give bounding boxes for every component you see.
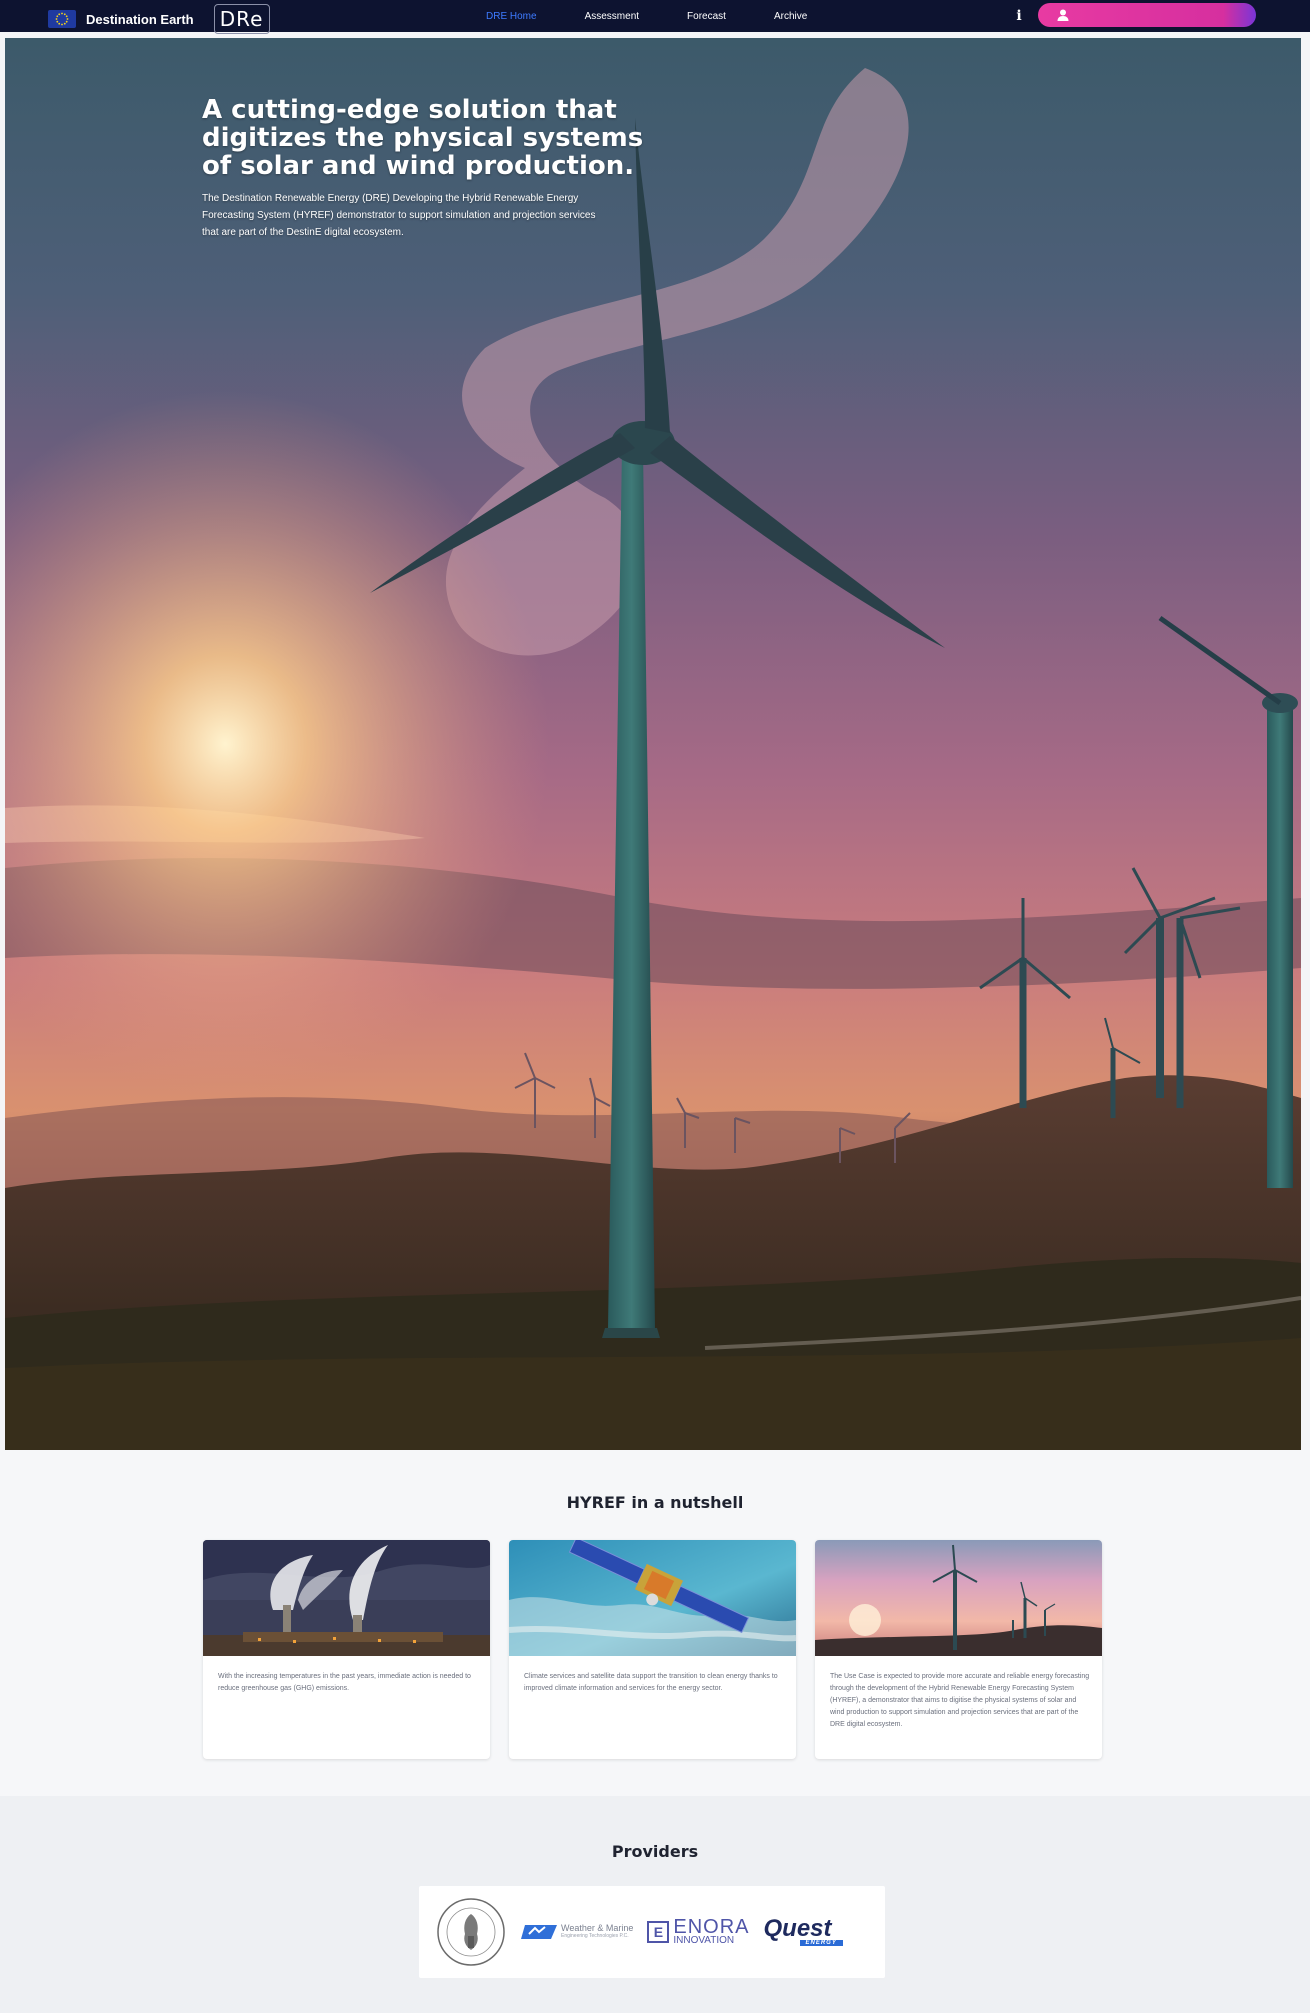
hero-text: A cutting-edge solution that digitizes t…	[202, 96, 662, 241]
nav-dre-home[interactable]: DRE Home	[486, 11, 537, 22]
nav-archive[interactable]: Archive	[774, 11, 807, 22]
main-nav: DRE Home Assessment Forecast Archive	[486, 0, 855, 32]
hero-title: A cutting-edge solution that digitizes t…	[202, 95, 644, 181]
providers-logos: Weather & Marine Engineering Technologie…	[419, 1886, 885, 1978]
card-text: The Use Case is expected to provide more…	[830, 1673, 1090, 1728]
info-icon[interactable]: i	[1013, 6, 1025, 26]
weather-marine-icon	[521, 1925, 557, 1939]
user-icon	[1057, 9, 1069, 21]
brand[interactable]: Destination Earth DRe	[48, 4, 270, 34]
wind-turbines-sunset-image	[815, 1540, 1102, 1656]
eu-flag-icon	[48, 10, 76, 28]
weather-marine-logo[interactable]: Weather & Marine Engineering Technologie…	[521, 1923, 633, 1941]
industrial-chimneys-smoke-image	[203, 1540, 490, 1656]
enora-innovation-logo[interactable]: E ENORA INNOVATION	[647, 1917, 749, 1946]
nutshell-title: HYREF in a nutshell	[566, 1493, 744, 1512]
enora-e-icon: E	[647, 1921, 670, 1943]
weather-marine-text: Weather & Marine Engineering Technologie…	[561, 1923, 634, 1940]
dre-logo[interactable]: DRe	[213, 4, 270, 34]
nav-assessment[interactable]: Assessment	[585, 11, 639, 22]
providers-title: Providers	[611, 1842, 699, 1861]
university-seal-logo[interactable]	[435, 1896, 507, 1968]
nutshell-section: HYREF in a nutshell With the increasing …	[0, 1450, 1310, 1796]
hero-wind-turbines-image	[5, 38, 1301, 1450]
nutshell-card-wind[interactable]: The Use Case is expected to provide more…	[815, 1540, 1102, 1759]
nutshell-card-satellite[interactable]: Climate services and satellite data supp…	[509, 1540, 796, 1759]
hero-description: The Destination Renewable Energy (DRE) D…	[202, 193, 596, 238]
brand-name: Destination Earth	[86, 11, 194, 27]
top-navigation-bar: Destination Earth DRe DRE Home Assessmen…	[0, 0, 1310, 34]
nav-forecast[interactable]: Forecast	[687, 11, 726, 22]
card-text: With the increasing temperatures in the …	[218, 1673, 471, 1692]
providers-section: Providers Weather & Marine Engineering T…	[0, 1796, 1310, 2013]
nutshell-card-emissions[interactable]: With the increasing temperatures in the …	[203, 1540, 490, 1759]
user-account-button[interactable]	[1038, 3, 1256, 27]
nutshell-cards: With the increasing temperatures in the …	[203, 1540, 1102, 1759]
hero-banner: A cutting-edge solution that digitizes t…	[5, 38, 1301, 1450]
quest-energy-logo[interactable]: Quest ENERGY	[764, 1917, 843, 1946]
card-text: Climate services and satellite data supp…	[524, 1673, 778, 1692]
satellite-over-earth-image	[509, 1540, 796, 1656]
